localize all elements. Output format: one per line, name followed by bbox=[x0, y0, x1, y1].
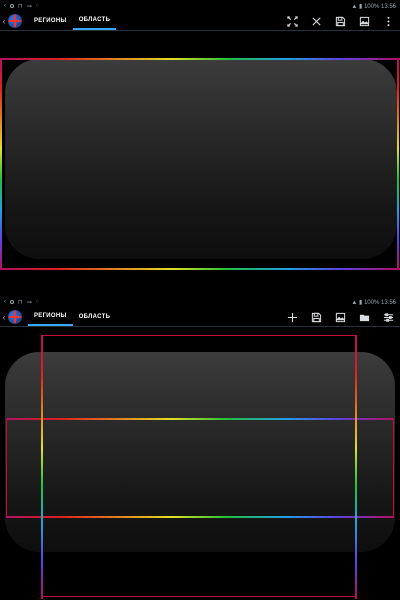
save-icon bbox=[335, 16, 345, 26]
copy-icon: ⊓ bbox=[18, 3, 23, 10]
status-left-icons-bottom: ‹ ⊓ ⊸ ◌ bbox=[4, 299, 39, 306]
close-icon bbox=[311, 16, 321, 26]
settings-button[interactable] bbox=[376, 308, 400, 326]
shield-icon: ◌ bbox=[35, 3, 40, 9]
bottom-pane: ‹ ⊓ ⊸ ◌ ▲ ▮ 100% 13:56 ‹ РЕГИОНЫ ОБЛАСТЬ bbox=[0, 296, 400, 600]
top-appbar: ‹ РЕГИОНЫ ОБЛАСТЬ bbox=[0, 12, 400, 30]
fit-icon bbox=[286, 15, 298, 27]
add-icon bbox=[287, 312, 297, 322]
settings-icon bbox=[10, 300, 14, 304]
folder-button[interactable] bbox=[352, 308, 376, 326]
region-line-left[interactable] bbox=[41, 335, 43, 599]
link-icon: ⊸ bbox=[26, 299, 32, 306]
more-icon bbox=[386, 16, 390, 26]
image-canvas-bottom[interactable] bbox=[0, 327, 400, 600]
selection-edge-left[interactable] bbox=[0, 58, 2, 270]
save-icon bbox=[311, 312, 321, 322]
region-side-frame[interactable] bbox=[6, 419, 394, 517]
folder-icon bbox=[359, 314, 369, 321]
more-button[interactable] bbox=[376, 12, 400, 30]
app-logo-icon bbox=[8, 310, 22, 324]
image-preview-card bbox=[5, 59, 397, 259]
bottom-appbar: ‹ РЕГИОНЫ ОБЛАСТЬ bbox=[0, 308, 400, 326]
add-button[interactable] bbox=[280, 308, 304, 326]
image-button[interactable] bbox=[352, 12, 376, 30]
settings-icon bbox=[383, 312, 393, 322]
link-icon: ⊸ bbox=[26, 3, 32, 10]
settings-icon bbox=[10, 4, 14, 8]
save-button[interactable] bbox=[328, 12, 352, 30]
status-bar: ‹ ⊓ ⊸ ◌ ▲ ▮ 100% 13:56 bbox=[0, 0, 400, 12]
copy-icon: ⊓ bbox=[18, 299, 23, 306]
save-button[interactable] bbox=[304, 308, 328, 326]
tab-regions[interactable]: РЕГИОНЫ bbox=[28, 308, 73, 326]
tab-area-label: ОБЛАСТЬ bbox=[78, 314, 111, 320]
chevron-left-icon: ‹ bbox=[4, 299, 6, 305]
status-right-bottom: ▲ ▮ 100% 13:56 bbox=[351, 299, 396, 306]
tab-regions-label: РЕГИОНЫ bbox=[34, 18, 67, 24]
status-right: ▲ ▮ 100% 13:56 bbox=[351, 3, 396, 10]
selection-edge-bottom[interactable] bbox=[0, 268, 400, 270]
chevron-left-icon: ‹ bbox=[4, 3, 6, 9]
fit-button[interactable] bbox=[280, 12, 304, 30]
region-line-right[interactable] bbox=[355, 335, 357, 599]
selection-edge-top[interactable] bbox=[0, 58, 400, 60]
status-left-icons: ‹ ⊓ ⊸ ◌ bbox=[4, 3, 39, 10]
back-chevron-icon[interactable]: ‹ bbox=[0, 12, 8, 30]
image-button[interactable] bbox=[328, 308, 352, 326]
image-canvas-top[interactable] bbox=[0, 31, 400, 300]
tab-area-label: ОБЛАСТЬ bbox=[78, 17, 111, 23]
app-logo-icon bbox=[8, 14, 22, 28]
tab-regions[interactable]: РЕГИОНЫ bbox=[28, 12, 73, 30]
image-icon bbox=[359, 16, 369, 26]
tab-area[interactable]: ОБЛАСТЬ bbox=[73, 308, 117, 326]
tab-area[interactable]: ОБЛАСТЬ bbox=[72, 12, 117, 30]
tab-regions-label: РЕГИОНЫ bbox=[34, 313, 67, 319]
region-line-bottom[interactable] bbox=[6, 516, 394, 518]
region-line-top[interactable] bbox=[6, 418, 394, 420]
top-pane: ‹ ⊓ ⊸ ◌ ▲ ▮ 100% 13:56 ‹ РЕГИОНЫ ОБЛАСТЬ bbox=[0, 0, 400, 300]
close-button[interactable] bbox=[304, 12, 328, 30]
shield-icon: ◌ bbox=[35, 299, 40, 305]
status-bar-bottom: ‹ ⊓ ⊸ ◌ ▲ ▮ 100% 13:56 bbox=[0, 296, 400, 308]
selection-edge-right[interactable] bbox=[397, 58, 399, 270]
back-chevron-icon[interactable]: ‹ bbox=[0, 308, 8, 326]
image-icon bbox=[335, 312, 345, 322]
